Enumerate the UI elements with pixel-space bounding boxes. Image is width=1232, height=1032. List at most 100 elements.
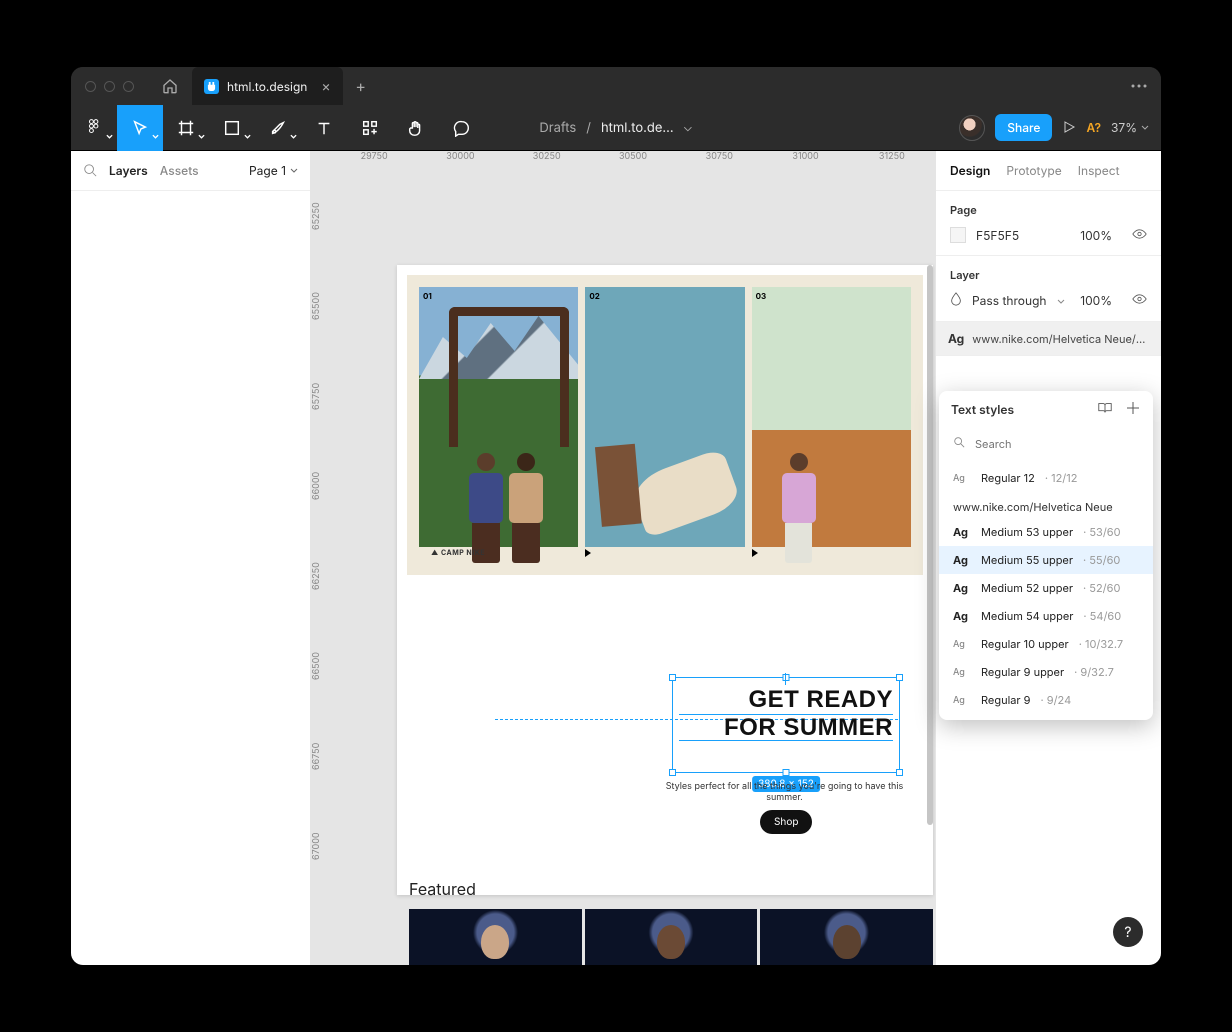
figma-window: html.to.design × + [71, 67, 1161, 965]
resources-tool[interactable] [347, 105, 393, 151]
blend-mode[interactable]: Pass through [972, 293, 1047, 308]
overflow-menu[interactable] [1117, 67, 1161, 105]
text-style-item[interactable]: AgRegular 9 · 9/24 [939, 686, 1153, 714]
artboard[interactable]: 01 ▲ CAMP NIKE 02 [397, 265, 933, 895]
style-name: Medium 52 upper [981, 581, 1073, 595]
text-style-item[interactable]: AgMedium 52 upper · 52/60 [939, 574, 1153, 602]
resize-handle[interactable] [896, 674, 903, 681]
move-tool[interactable] [117, 105, 163, 151]
style-name: Medium 53 upper [981, 525, 1073, 539]
headline-line1[interactable]: GET READY [679, 686, 893, 714]
text-style-item[interactable]: AgRegular 12 · 12/12 [939, 464, 1153, 492]
close-dot[interactable] [85, 81, 96, 92]
file-tab[interactable]: html.to.design × [192, 67, 343, 105]
resize-handle[interactable] [783, 769, 790, 776]
tab-prototype[interactable]: Prototype [1006, 163, 1061, 178]
ag-icon: Ag [953, 553, 971, 567]
search-icon[interactable] [83, 161, 97, 181]
canvas-scrollbar[interactable] [927, 265, 933, 825]
page-opacity[interactable]: 100% [1080, 228, 1112, 243]
page-color-hex[interactable]: F5F5F5 [976, 228, 1019, 243]
tab-design[interactable]: Design [950, 163, 990, 178]
style-name: Regular 12 [981, 471, 1035, 485]
resize-handle[interactable] [896, 769, 903, 776]
breadcrumb[interactable]: Drafts / html.to.de… [539, 120, 692, 136]
hand-tool[interactable] [393, 105, 439, 151]
text-style-item[interactable]: AgRegular 10 upper · 10/32.7 [939, 630, 1153, 658]
ag-icon: Ag [953, 609, 971, 623]
featured-heading: Featured [409, 879, 476, 899]
max-dot[interactable] [123, 81, 134, 92]
main-menu-button[interactable] [71, 105, 117, 151]
chevron-down-icon [198, 123, 205, 143]
page-section: Page F5F5F5 100% [936, 191, 1161, 256]
breadcrumb-file[interactable]: html.to.de… [601, 120, 674, 136]
style-meta: · 55/60 [1083, 553, 1120, 567]
visibility-icon[interactable] [1122, 228, 1147, 243]
comment-tool[interactable] [439, 105, 485, 151]
visibility-icon[interactable] [1122, 293, 1147, 308]
breadcrumb-folder[interactable]: Drafts [539, 120, 576, 136]
text-tool[interactable] [301, 105, 347, 151]
layers-tab[interactable]: Layers [109, 163, 148, 178]
style-name: Regular 9 [981, 693, 1030, 707]
shape-tool[interactable] [209, 105, 255, 151]
share-button[interactable]: Share [995, 114, 1052, 141]
style-search-input[interactable] [951, 432, 1141, 456]
color-swatch[interactable] [950, 227, 966, 243]
headline-line2[interactable]: FOR SUMMER [679, 714, 893, 742]
present-button[interactable] [1062, 118, 1076, 138]
ag-icon: Ag [953, 525, 971, 539]
selection-box[interactable]: GET READY FOR SUMMER 380.8 × 152 [672, 677, 900, 773]
text-style-item[interactable]: AgMedium 55 upper · 55/60 [939, 546, 1153, 574]
ag-icon: Ag [953, 581, 971, 595]
style-name: Regular 9 upper [981, 665, 1064, 679]
library-icon[interactable] [1097, 401, 1113, 418]
file-tab-label: html.to.design [227, 79, 307, 94]
featured-row [409, 909, 933, 965]
app-body: Layers Assets Page 1 2975030000302503050… [71, 151, 1161, 965]
style-meta: · 54/60 [1083, 609, 1121, 623]
pen-tool[interactable] [255, 105, 301, 151]
card-number: 02 [589, 291, 599, 301]
zoom-control[interactable]: 37% [1111, 120, 1149, 135]
play-triangle-icon [752, 549, 758, 557]
toolbar: Drafts / html.to.de… Share A? 37% [71, 105, 1161, 151]
home-tab[interactable] [148, 67, 192, 105]
right-panel: Design Prototype Inspect Page F5F5F5 100… [935, 151, 1161, 965]
assets-tab[interactable]: Assets [160, 163, 199, 178]
selected-text-style-row[interactable]: Ag www.nike.com/Helvetica Neue/M… [936, 322, 1161, 356]
chevron-down-icon[interactable] [1057, 293, 1065, 308]
text-style-item[interactable]: AgRegular 9 upper · 9/32.7 [939, 658, 1153, 686]
popover-title: Text styles [951, 402, 1014, 417]
card-caption: ▲ CAMP NIKE [431, 548, 485, 557]
resize-handle[interactable] [669, 769, 676, 776]
plugin-icon [204, 79, 219, 94]
canvas[interactable]: 29750300003025030500307503100031250 6525… [311, 151, 935, 965]
shop-button[interactable]: Shop [760, 810, 812, 834]
tab-inspect[interactable]: Inspect [1078, 163, 1120, 178]
text-style-item[interactable]: AgMedium 53 upper · 53/60 [939, 518, 1153, 546]
chevron-down-icon[interactable] [684, 120, 693, 136]
page-selector[interactable]: Page 1 [249, 163, 298, 178]
featured-image [760, 909, 933, 965]
close-icon[interactable]: × [321, 78, 330, 95]
left-panel: Layers Assets Page 1 [71, 151, 311, 965]
layer-opacity[interactable]: 100% [1080, 293, 1112, 308]
new-tab-button[interactable]: + [343, 67, 379, 105]
min-dot[interactable] [104, 81, 115, 92]
text-style-item[interactable]: AgMedium 54 upper · 54/60 [939, 602, 1153, 630]
ag-icon: Ag [953, 639, 971, 650]
search-icon [953, 436, 965, 448]
featured-image [409, 909, 582, 965]
resize-handle[interactable] [669, 674, 676, 681]
titlebar: html.to.design × + [71, 67, 1161, 105]
help-button[interactable]: ? [1113, 917, 1143, 947]
resize-handle[interactable] [783, 674, 790, 681]
add-style-button[interactable] [1125, 401, 1141, 418]
ag-icon: Ag [948, 331, 964, 346]
window-controls[interactable] [71, 67, 148, 105]
missing-fonts-badge[interactable]: A? [1086, 120, 1101, 135]
frame-tool[interactable] [163, 105, 209, 151]
avatar[interactable] [959, 115, 985, 141]
